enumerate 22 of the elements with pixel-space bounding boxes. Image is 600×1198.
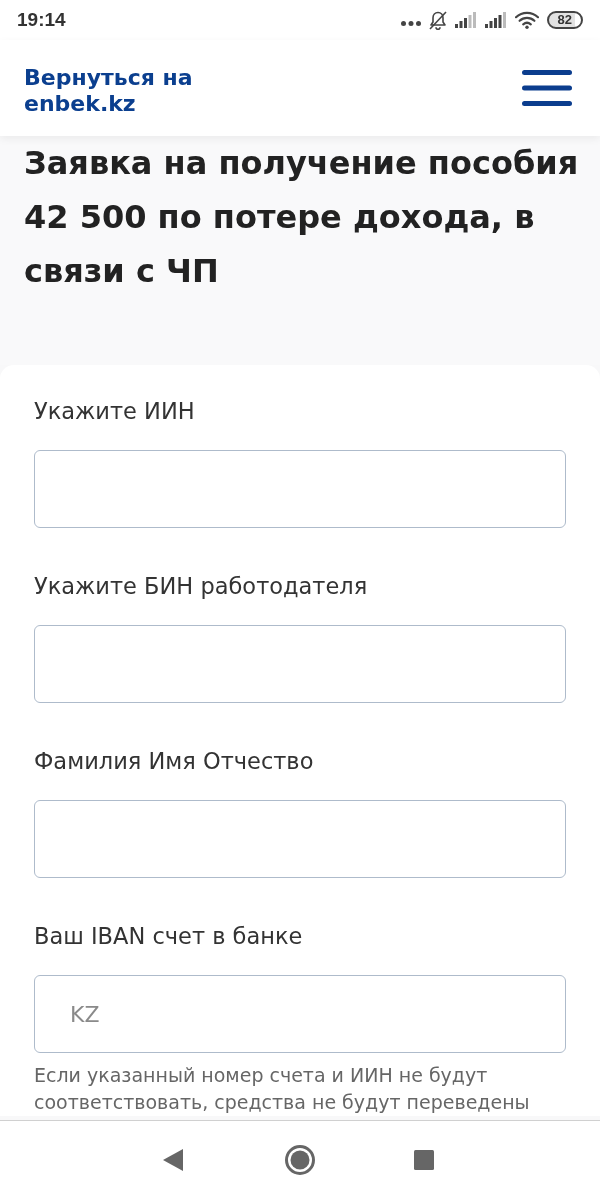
wifi-icon: [514, 11, 539, 29]
input-field[interactable]: [34, 625, 566, 703]
home-icon[interactable]: [285, 1144, 315, 1175]
back-icon[interactable]: [163, 1148, 183, 1171]
back-link[interactable]: Вернуться на enbek.kz: [24, 65, 244, 117]
menu-icon[interactable]: [522, 70, 572, 106]
page-title: Заявка на получение пособия 42 500 по потере дохода, в связи с ЧП: [24, 143, 580, 292]
signal-icon: [484, 12, 507, 28]
input-field[interactable]: [34, 800, 566, 878]
muted-bell-icon: [428, 10, 447, 30]
field-label: Ваш IBAN счет в банке: [34, 922, 303, 950]
input-field[interactable]: KZ: [34, 975, 566, 1053]
field-hint: Если указанный номер счета и ИИН не будут соответствовать, средства не будут переведены: [34, 1063, 531, 1115]
field-label: Укажите ИИН: [34, 397, 195, 425]
recent-apps-icon[interactable]: [414, 1149, 434, 1170]
field-label: Укажите БИН работодателя: [34, 572, 368, 600]
field-label: Фамилия Имя Отчество: [34, 747, 314, 775]
status-time: 19:14: [17, 9, 66, 31]
signal-icon: [454, 12, 477, 28]
dots-icon: [400, 20, 421, 26]
input-field[interactable]: [34, 450, 566, 528]
battery-indicator: 82: [546, 11, 583, 29]
